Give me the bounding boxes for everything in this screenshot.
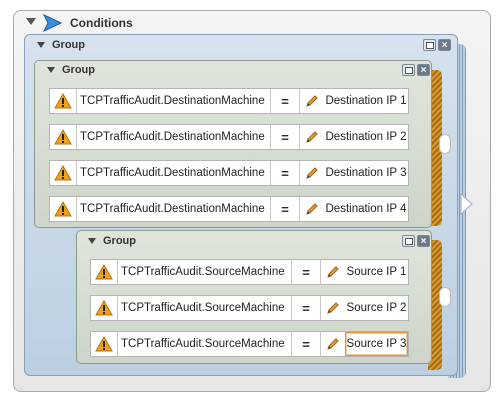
warning-icon	[50, 89, 77, 113]
group-collapse-icon[interactable]	[88, 238, 96, 244]
pencil-icon[interactable]	[300, 125, 324, 149]
condition-row: TCPTrafficAudit.DestinationMachine = Des…	[49, 160, 409, 186]
condition-row: TCPTrafficAudit.DestinationMachine = Des…	[49, 196, 409, 222]
condition-value[interactable]: Destination IP 4	[324, 197, 408, 221]
warning-icon	[50, 125, 77, 149]
condition-value-input[interactable]: Source IP 3	[345, 332, 408, 356]
field-name[interactable]: TCPTrafficAudit.DestinationMachine	[77, 89, 271, 113]
conditions-title: Conditions	[70, 16, 133, 30]
operator-equals[interactable]: =	[292, 296, 321, 320]
condition-value[interactable]: Destination IP 3	[324, 161, 408, 185]
expand-arrow-icon[interactable]	[460, 192, 474, 216]
condition-row: TCPTrafficAudit.SourceMachine = Source I…	[90, 331, 409, 357]
collapse-triangle-icon[interactable]	[26, 18, 36, 25]
condition-value[interactable]: Destination IP 1	[324, 89, 408, 113]
pencil-icon[interactable]	[300, 161, 324, 185]
operator-equals[interactable]: =	[292, 332, 321, 356]
pencil-icon[interactable]	[300, 197, 324, 221]
warning-icon	[91, 260, 118, 284]
condition-value[interactable]: Destination IP 2	[324, 125, 408, 149]
group-collapse-icon[interactable]	[37, 42, 45, 48]
pencil-icon[interactable]	[321, 332, 345, 356]
operator-equals[interactable]: =	[271, 197, 300, 221]
close-icon[interactable]: ×	[417, 64, 430, 76]
copy-icon[interactable]	[423, 39, 436, 51]
warning-icon	[50, 161, 77, 185]
field-name[interactable]: TCPTrafficAudit.DestinationMachine	[77, 125, 271, 149]
field-name[interactable]: TCPTrafficAudit.DestinationMachine	[77, 197, 271, 221]
drag-handle[interactable]	[439, 287, 451, 307]
warning-icon	[91, 296, 118, 320]
drag-handle[interactable]	[439, 134, 451, 154]
field-name[interactable]: TCPTrafficAudit.SourceMachine	[118, 296, 292, 320]
operator-equals[interactable]: =	[292, 260, 321, 284]
group-collapse-icon[interactable]	[47, 67, 55, 73]
pencil-icon[interactable]	[300, 89, 324, 113]
group-title: Group	[103, 235, 136, 247]
copy-icon[interactable]	[402, 64, 415, 76]
condition-list: TCPTrafficAudit.SourceMachine = Source I…	[90, 259, 409, 357]
pencil-icon[interactable]	[321, 260, 345, 284]
condition-list: TCPTrafficAudit.DestinationMachine = Des…	[49, 88, 409, 222]
field-name[interactable]: TCPTrafficAudit.SourceMachine	[118, 260, 292, 284]
condition-row: TCPTrafficAudit.DestinationMachine = Des…	[49, 124, 409, 150]
condition-row: TCPTrafficAudit.SourceMachine = Source I…	[90, 259, 409, 285]
warning-icon	[50, 197, 77, 221]
operator-equals[interactable]: =	[271, 89, 300, 113]
warning-icon	[91, 332, 118, 356]
field-name[interactable]: TCPTrafficAudit.DestinationMachine	[77, 161, 271, 185]
pencil-icon[interactable]	[321, 296, 345, 320]
group-title: Group	[52, 39, 85, 51]
operator-equals[interactable]: =	[271, 161, 300, 185]
condition-row: TCPTrafficAudit.DestinationMachine = Des…	[49, 88, 409, 114]
group-title: Group	[62, 64, 95, 76]
operator-equals[interactable]: =	[271, 125, 300, 149]
close-icon[interactable]: ×	[438, 39, 451, 51]
play-arrow-logo	[42, 14, 62, 32]
close-icon[interactable]: ×	[417, 235, 430, 247]
field-name[interactable]: TCPTrafficAudit.SourceMachine	[118, 332, 292, 356]
condition-row: TCPTrafficAudit.SourceMachine = Source I…	[90, 295, 409, 321]
copy-icon[interactable]	[402, 235, 415, 247]
condition-value[interactable]: Source IP 1	[345, 260, 408, 284]
condition-value[interactable]: Source IP 2	[345, 296, 408, 320]
